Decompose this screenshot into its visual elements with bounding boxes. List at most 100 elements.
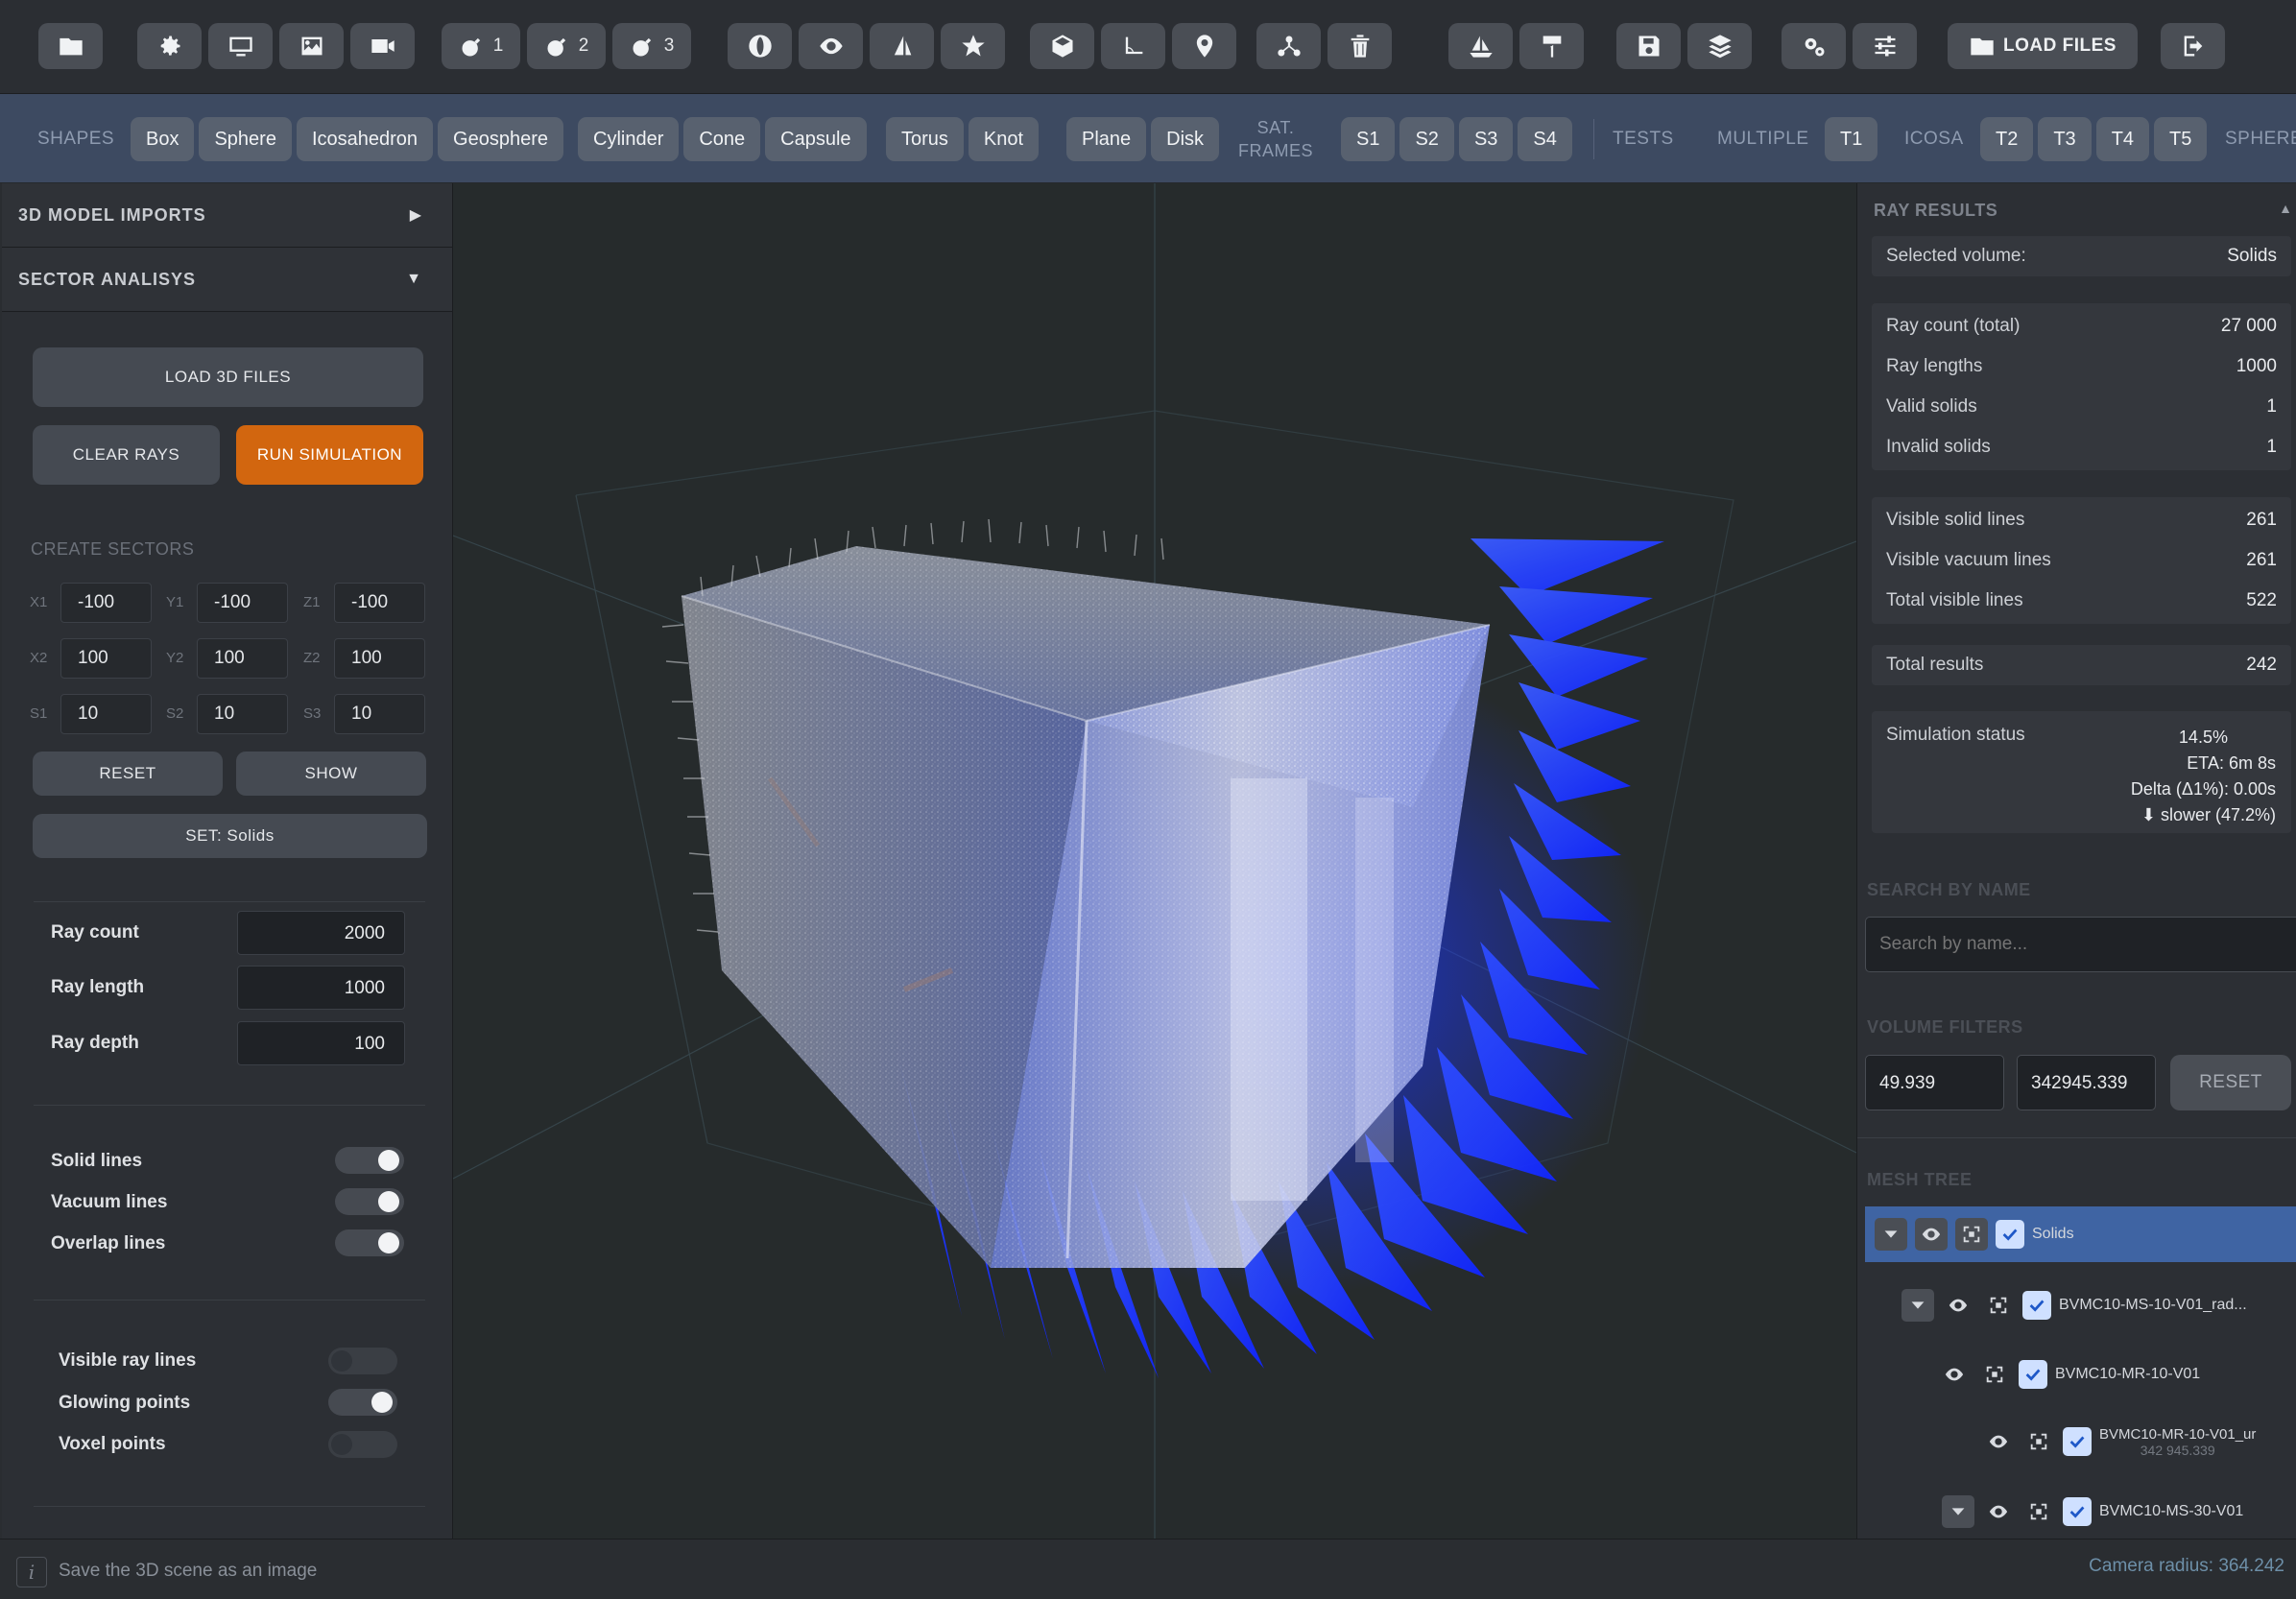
shape-cylinder-button[interactable]: Cylinder <box>578 117 680 161</box>
sail-button[interactable] <box>870 23 934 69</box>
tree-row-ms10[interactable]: BVMC10-MS-10-V01_rad... <box>1901 1277 2296 1333</box>
shape-plane-button[interactable]: Plane <box>1066 117 1147 161</box>
collapse-caret-icon[interactable]: ▲ <box>2279 201 2292 216</box>
tree-checkbox[interactable] <box>2022 1291 2051 1320</box>
bomb-3-button[interactable]: 3 <box>612 23 691 69</box>
ray-length-input[interactable]: 1000 <box>237 966 405 1010</box>
3d-viewport[interactable] <box>453 183 1856 1539</box>
angle-button[interactable] <box>1101 23 1165 69</box>
vacuum-lines-toggle[interactable] <box>335 1188 404 1215</box>
voxel-points-toggle[interactable] <box>328 1431 397 1458</box>
sliders-button[interactable] <box>1853 23 1917 69</box>
show-sectors-button[interactable]: SHOW <box>236 752 426 796</box>
sat-frame-s3-button[interactable]: S3 <box>1458 117 1514 161</box>
overlap-lines-toggle[interactable] <box>335 1229 404 1256</box>
z2-input[interactable]: 100 <box>334 638 425 679</box>
y1-input[interactable]: -100 <box>197 583 288 623</box>
shape-disk-button[interactable]: Disk <box>1151 117 1220 161</box>
tree-collapse-button[interactable] <box>1875 1218 1907 1251</box>
tree-focus-button[interactable] <box>1978 1358 2011 1391</box>
open-folder-button[interactable] <box>38 23 103 69</box>
tree-visibility-button[interactable] <box>1938 1358 1971 1391</box>
visible-ray-lines-toggle[interactable] <box>328 1348 397 1374</box>
shape-torus-button[interactable]: Torus <box>886 117 964 161</box>
layers-button[interactable] <box>1687 23 1752 69</box>
tree-visibility-button[interactable] <box>1942 1289 1974 1322</box>
tree-row-solids[interactable]: Solids <box>1865 1206 2296 1262</box>
shape-sphere-button[interactable]: Sphere <box>199 117 292 161</box>
favorite-button[interactable] <box>941 23 1005 69</box>
advanced-settings-button[interactable] <box>1782 23 1846 69</box>
glowing-points-toggle[interactable] <box>328 1389 397 1416</box>
scene-canvas[interactable] <box>453 183 1856 1539</box>
filter-max-input[interactable]: 342945.339 <box>2017 1055 2156 1110</box>
visibility-button[interactable] <box>799 23 863 69</box>
test-t2-button[interactable]: T2 <box>1980 117 2034 161</box>
tree-checkbox[interactable] <box>2063 1497 2092 1526</box>
solid-lines-toggle[interactable] <box>335 1147 404 1174</box>
test-t4-button[interactable]: T4 <box>2095 117 2150 161</box>
reset-sectors-button[interactable]: RESET <box>33 752 223 796</box>
tree-visibility-button[interactable] <box>1915 1218 1948 1251</box>
wireframe-button[interactable] <box>728 23 792 69</box>
tree-checkbox[interactable] <box>2063 1427 2092 1456</box>
s1-input[interactable]: 10 <box>60 694 152 734</box>
save-button[interactable] <box>1616 23 1681 69</box>
tree-collapse-button[interactable] <box>1942 1495 1974 1528</box>
z1-input[interactable]: -100 <box>334 583 425 623</box>
x1-input[interactable]: -100 <box>60 583 152 623</box>
tree-row-mr10[interactable]: BVMC10-MR-10-V01 <box>1938 1347 2296 1402</box>
tree-collapse-button[interactable] <box>1901 1289 1934 1322</box>
test-t1-button[interactable]: T1 <box>1825 117 1878 161</box>
tree-focus-button[interactable] <box>2022 1495 2055 1528</box>
sat-frame-s4-button[interactable]: S4 <box>1518 117 1572 161</box>
tree-row-ms30[interactable]: BVMC10-MS-30-V01 <box>1942 1484 2296 1539</box>
location-button[interactable] <box>1172 23 1236 69</box>
load-3d-files-button[interactable]: LOAD 3D FILES <box>33 347 423 407</box>
y2-input[interactable]: 100 <box>197 638 288 679</box>
tree-visibility-button[interactable] <box>1982 1495 2015 1528</box>
tree-focus-button[interactable] <box>1955 1218 1988 1251</box>
tree-focus-button[interactable] <box>2022 1425 2055 1458</box>
shape-geosphere-button[interactable]: Geosphere <box>438 117 564 161</box>
monitor-button[interactable] <box>208 23 273 69</box>
settings-button[interactable] <box>137 23 202 69</box>
set-solids-button[interactable]: SET: Solids <box>33 814 427 858</box>
ray-count-input[interactable]: 2000 <box>237 911 405 955</box>
test-t5-button[interactable]: T5 <box>2154 117 2208 161</box>
search-by-name-input[interactable] <box>1865 917 2296 972</box>
network-button[interactable] <box>1256 23 1321 69</box>
model-imports-accordion[interactable]: 3D MODEL IMPORTS ▶ <box>2 183 452 248</box>
sat-frame-s1-button[interactable]: S1 <box>1341 117 1396 161</box>
run-simulation-button[interactable]: RUN SIMULATION <box>236 425 423 485</box>
delete-button[interactable] <box>1327 23 1392 69</box>
test-t3-button[interactable]: T3 <box>2038 117 2092 161</box>
tree-checkbox[interactable] <box>1996 1220 2024 1249</box>
load-files-button[interactable]: LOAD FILES <box>1948 23 2138 69</box>
video-button[interactable] <box>350 23 415 69</box>
bomb-2-button[interactable]: 2 <box>527 23 606 69</box>
bomb-1-button[interactable]: 1 <box>442 23 520 69</box>
shape-cone-button[interactable]: Cone <box>683 117 761 161</box>
paint-button[interactable] <box>1519 23 1584 69</box>
shape-icosahedron-button[interactable]: Icosahedron <box>296 117 434 161</box>
clear-rays-button[interactable]: CLEAR RAYS <box>33 425 220 485</box>
filter-min-input[interactable]: 49.939 <box>1865 1055 2004 1110</box>
s3-input[interactable]: 10 <box>334 694 425 734</box>
logout-button[interactable] <box>2161 23 2225 69</box>
tree-focus-button[interactable] <box>1982 1289 2015 1322</box>
tree-visibility-button[interactable] <box>1982 1425 2015 1458</box>
image-button[interactable] <box>279 23 344 69</box>
shape-knot-button[interactable]: Knot <box>968 117 1040 161</box>
sector-analysis-accordion[interactable]: SECTOR ANALISYS ▼ <box>2 248 452 312</box>
filter-reset-button[interactable]: RESET <box>2170 1055 2291 1110</box>
tree-checkbox[interactable] <box>2019 1360 2047 1389</box>
tree-row-mr10-ur[interactable]: BVMC10-MR-10-V01_ur 342 945.339 <box>1982 1414 2296 1469</box>
boat-button[interactable] <box>1448 23 1513 69</box>
shape-box-button[interactable]: Box <box>131 117 195 161</box>
s2-input[interactable]: 10 <box>197 694 288 734</box>
cube-button[interactable] <box>1030 23 1094 69</box>
shape-capsule-button[interactable]: Capsule <box>765 117 867 161</box>
ray-depth-input[interactable]: 100 <box>237 1021 405 1065</box>
x2-input[interactable]: 100 <box>60 638 152 679</box>
